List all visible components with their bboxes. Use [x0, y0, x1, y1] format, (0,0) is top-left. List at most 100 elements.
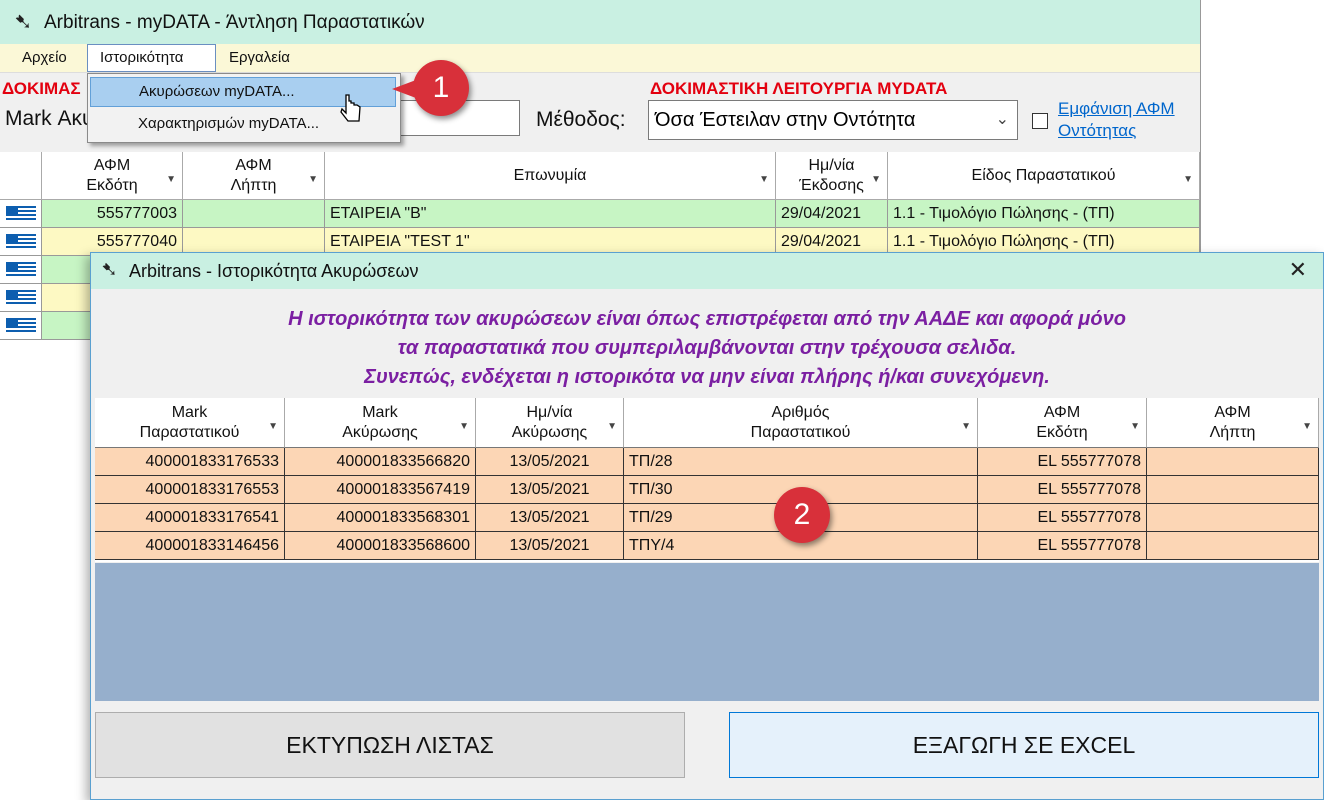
info-message-line2: τα παραστατικά που συμπεριλαμβάνονται στ… — [397, 337, 1017, 359]
cancellations-grid: Mark Παραστατικού ▼ Mark Ακύρωσης ▼ Ημ/νία… — [95, 398, 1319, 562]
col-header-afm-issuer[interactable]: ΑΦΜ Εκδότη ▼ — [978, 398, 1147, 448]
hand-cursor-icon — [340, 94, 361, 122]
cell-afm-receiver — [1147, 476, 1319, 504]
arbitrans-logo-icon: ➷ — [101, 259, 118, 281]
cell-mark-document: 400001833176541 — [95, 504, 285, 532]
method-label: Μέθοδος: — [536, 108, 626, 131]
greek-flag-icon — [6, 318, 36, 334]
mark-cancel-label: Mark Ακυ — [5, 107, 94, 130]
dialog-title: Arbitrans - Ιστορικότητα Ακυρώσεων — [129, 261, 419, 281]
cell-afm-receiver — [1147, 504, 1319, 532]
filter-dropdown-icon[interactable]: ▼ — [961, 417, 971, 437]
cell-mark-cancellation: 400001833567419 — [285, 476, 476, 504]
grid-header-date[interactable]: Ημ/νία Έκδοσης ▼ — [776, 152, 888, 200]
grid-header-flag — [0, 152, 42, 200]
menu-tools[interactable]: Εργαλεία — [217, 44, 302, 72]
filter-dropdown-icon[interactable]: ▼ — [166, 170, 176, 190]
filter-dropdown-icon[interactable]: ▼ — [1302, 417, 1312, 437]
grid-empty-area — [95, 563, 1319, 701]
col-header-afm-issuer-label: ΑΦΜ Εκδότη — [1036, 403, 1088, 441]
table-row[interactable]: 400001833176533 400001833566820 13/05/2021… — [95, 448, 1319, 476]
cell-cancellation-date: 13/05/2021 — [476, 504, 624, 532]
main-window-title: Arbitrans - myDATA - Άντληση Παραστατικώ… — [44, 12, 425, 33]
grid-header-afm-issuer[interactable]: ΑΦΜ Εκδότη ▼ — [42, 152, 183, 200]
cell-mark-document: 400001833176533 — [95, 448, 285, 476]
cell-doc-number: ΤΠ/28 — [624, 448, 978, 476]
grid-header-name-label: Επωνυμία — [513, 166, 587, 184]
table-row[interactable]: 400001833146456 400001833568600 13/05/2021… — [95, 532, 1319, 560]
show-afm-checkbox[interactable] — [1032, 113, 1048, 129]
cell-cancellation-date: 13/05/2021 — [476, 476, 624, 504]
cell-doc-type: 1.1 - Τιμολόγιο Πώλησης - (ΤΠ) — [888, 200, 1200, 228]
flag-cell — [0, 284, 42, 312]
main-menubar: Αρχείο Ιστορικότητα Εργαλεία — [0, 44, 1200, 73]
step-badge-1: 1 — [413, 60, 469, 116]
table-row[interactable]: 400001833176541 400001833568301 13/05/2021… — [95, 504, 1319, 532]
filter-dropdown-icon[interactable]: ▼ — [1183, 170, 1193, 190]
cell-afm-issuer: EL 555777078 — [978, 504, 1147, 532]
grid-header-doc-type-label: Είδος Παραστατικού — [971, 166, 1116, 184]
info-message-line3: Συνεπώς, ενδέχεται η ιστορικότα να μην ε… — [364, 366, 1050, 388]
print-list-button[interactable]: ΕΚΤΥΠΩΣΗ ΛΙΣΤΑΣ — [95, 712, 685, 778]
flag-cell — [0, 256, 42, 284]
col-header-doc-number-label: Αριθμός Παραστατικού — [750, 403, 851, 441]
grid-header-date-label: Ημ/νία Έκδοσης — [799, 156, 864, 194]
cell-name: ΕΤΑΙΡΕΙΑ "Β" — [325, 200, 776, 228]
cell-mark-document: 400001833146456 — [95, 532, 285, 560]
method-select-value: Όσα Έστειλαν στην Οντότητα — [655, 109, 916, 131]
export-excel-button[interactable]: ΕΞΑΓΩΓΗ ΣΕ EXCEL — [729, 712, 1319, 778]
show-afm-link-line1[interactable]: Εμφάνιση ΑΦΜ — [1058, 99, 1175, 119]
col-header-cancellation-date[interactable]: Ημ/νία Ακύρωσης ▼ — [476, 398, 624, 448]
show-afm-link-line2[interactable]: Οντότητας — [1058, 121, 1136, 141]
col-header-mark-cancellation[interactable]: Mark Ακύρωσης ▼ — [285, 398, 476, 448]
dialog-titlebar: ➷ Arbitrans - Ιστορικότητα Ακυρώσεων ✕ — [91, 253, 1323, 289]
grid-header-afm-receiver[interactable]: ΑΦΜ Λήπτη ▼ — [183, 152, 325, 200]
filter-dropdown-icon[interactable]: ▼ — [459, 417, 469, 437]
test-mode-warning-left: ΔΟΚΙΜΑΣ — [2, 79, 81, 98]
col-header-afm-receiver[interactable]: ΑΦΜ Λήπτη ▼ — [1147, 398, 1319, 448]
filter-dropdown-icon[interactable]: ▼ — [871, 170, 881, 190]
filter-dropdown-icon[interactable]: ▼ — [268, 417, 278, 437]
greek-flag-icon — [6, 206, 36, 222]
col-header-mark-document-label: Mark Παραστατικού — [139, 403, 240, 441]
arbitrans-logo-icon: ➷ — [14, 9, 33, 34]
flag-cell — [0, 312, 42, 340]
chevron-down-icon: ⌄ — [995, 111, 1009, 128]
col-header-mark-document[interactable]: Mark Παραστατικού ▼ — [95, 398, 285, 448]
greek-flag-icon — [6, 234, 36, 250]
cell-mark-cancellation: 400001833568600 — [285, 532, 476, 560]
grid-header-name[interactable]: Επωνυμία ▼ — [325, 152, 776, 200]
table-row[interactable]: 400001833176553 400001833567419 13/05/2021… — [95, 476, 1319, 504]
cell-afm-receiver — [1147, 532, 1319, 560]
greek-flag-icon — [6, 290, 36, 306]
grid-header-afm-receiver-label: ΑΦΜ Λήπτη — [230, 156, 277, 194]
close-icon[interactable]: ✕ — [1289, 257, 1307, 283]
col-header-afm-receiver-label: ΑΦΜ Λήπτη — [1209, 403, 1256, 441]
cell-afm-issuer: 555777003 — [42, 200, 183, 228]
method-select[interactable]: Όσα Έστειλαν στην Οντότητα ⌄ — [648, 100, 1018, 140]
filter-dropdown-icon[interactable]: ▼ — [308, 170, 318, 190]
cell-afm-issuer: EL 555777078 — [978, 476, 1147, 504]
filter-dropdown-icon[interactable]: ▼ — [607, 417, 617, 437]
badge-pointer-icon — [392, 80, 416, 98]
menu-file[interactable]: Αρχείο — [10, 44, 79, 72]
cell-cancellation-date: 13/05/2021 — [476, 448, 624, 476]
cancellation-history-dialog: ➷ Arbitrans - Ιστορικότητα Ακυρώσεων ✕ Η… — [90, 252, 1324, 800]
cell-afm-receiver — [183, 200, 325, 228]
filter-dropdown-icon[interactable]: ▼ — [1130, 417, 1140, 437]
cell-date: 29/04/2021 — [776, 200, 888, 228]
col-header-cancellation-date-label: Ημ/νία Ακύρωσης — [511, 403, 588, 441]
cell-cancellation-date: 13/05/2021 — [476, 532, 624, 560]
main-titlebar: ➷ Arbitrans - myDATA - Άντληση Παραστατι… — [0, 0, 1200, 44]
filter-dropdown-icon[interactable]: ▼ — [759, 170, 769, 190]
grid-header-afm-issuer-label: ΑΦΜ Εκδότη — [86, 156, 138, 194]
menu-history[interactable]: Ιστορικότητα — [87, 44, 216, 72]
greek-flag-icon — [6, 262, 36, 278]
test-mode-warning: ΔΟΚΙΜΑΣΤΙΚΗ ΛΕΙΤΟΥΡΓΙΑ MYDATA — [650, 79, 948, 98]
grid-header-doc-type[interactable]: Είδος Παραστατικού ▼ — [888, 152, 1200, 200]
cell-mark-cancellation: 400001833566820 — [285, 448, 476, 476]
cell-mark-cancellation: 400001833568301 — [285, 504, 476, 532]
step-badge-2: 2 — [774, 487, 830, 543]
col-header-doc-number[interactable]: Αριθμός Παραστατικού ▼ — [624, 398, 978, 448]
table-row[interactable]: 555777003 ΕΤΑΙΡΕΙΑ "Β" 29/04/2021 1.1 - Τιμ… — [0, 200, 1200, 228]
